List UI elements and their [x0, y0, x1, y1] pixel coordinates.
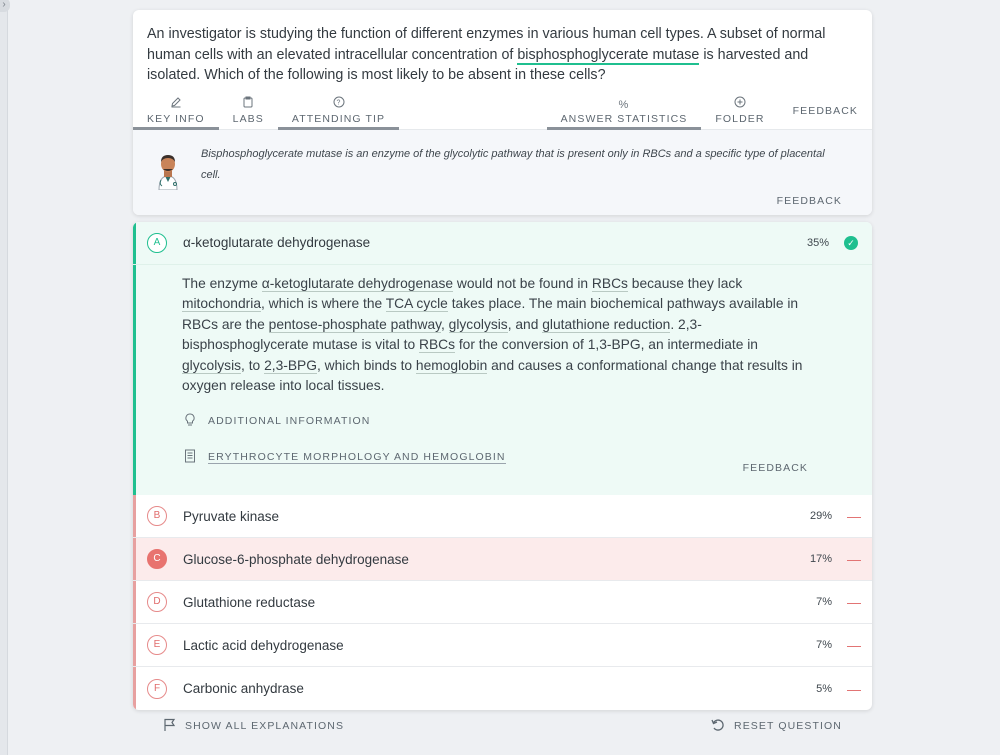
additional-information-label: ADDITIONAL INFORMATION	[208, 415, 371, 428]
article-link[interactable]: ERYTHROCYTE MORPHOLOGY AND HEMOGLOBIN	[208, 451, 506, 464]
tab-folder-label: FOLDER	[715, 112, 765, 125]
question-container: An investigator is studying the function…	[133, 10, 872, 711]
answer-label: Glucose-6-phosphate dehydrogenase	[183, 551, 409, 567]
answer-label: Carbonic anhydrase	[183, 681, 304, 697]
tab-folder[interactable]: FOLDER	[701, 94, 778, 129]
plus-circle-icon	[734, 96, 746, 111]
answer-label: Glutathione reductase	[183, 594, 316, 610]
question-card: An investigator is studying the function…	[133, 10, 872, 215]
link-term[interactable]: RBCs	[418, 337, 456, 354]
tab-key-info[interactable]: KEY INFO	[133, 94, 219, 130]
tab-answer-statistics-label: ANSWER STATISTICS	[560, 112, 688, 125]
reset-question-label: RESET QUESTION	[734, 720, 842, 732]
answer-option-c[interactable]: C Glucose-6-phosphate dehydrogenase 17% …	[133, 538, 872, 582]
link-term[interactable]: glycolysis	[182, 357, 242, 374]
lightbulb-icon	[182, 413, 198, 430]
minus-icon: —	[847, 551, 861, 568]
link-term[interactable]: RBCs	[591, 275, 628, 292]
tab-labs[interactable]: LABS	[219, 94, 278, 129]
minus-icon: —	[847, 594, 861, 611]
answer-list: A α-ketoglutarate dehydrogenase 35% ✓ Th…	[133, 221, 872, 711]
answer-option-e[interactable]: E Lactic acid dehydrogenase 7% —	[133, 624, 872, 668]
answer-option-d[interactable]: D Glutathione reductase 7% —	[133, 581, 872, 625]
minus-icon: —	[847, 508, 861, 525]
answer-option-f[interactable]: F Carbonic anhydrase 5% —	[133, 667, 872, 711]
answer-percent: 29%	[809, 510, 832, 523]
attending-tip-text: Bisphosphoglycerate mutase is an enzyme …	[201, 147, 825, 181]
tab-attending-tip-label: ATTENDING TIP	[291, 112, 386, 125]
article-icon	[182, 449, 198, 466]
stem-highlight[interactable]: bisphosphoglycerate mutase	[517, 46, 700, 65]
left-rail: ›	[0, 0, 10, 755]
question-toolbar: KEY INFO LABS ? ATTENDING TIP % ANSWER S…	[133, 94, 872, 130]
answer-option-a[interactable]: A α-ketoglutarate dehydrogenase 35% ✓	[133, 222, 872, 265]
minus-icon: —	[847, 637, 861, 654]
answer-percent: 35%	[806, 236, 829, 249]
reset-question-button[interactable]: RESET QUESTION	[710, 717, 842, 736]
answer-letter: E	[147, 635, 167, 656]
show-all-explanations-button[interactable]: SHOW ALL EXPLANATIONS	[163, 718, 344, 735]
answer-letter: A	[147, 232, 167, 253]
svg-text:?: ?	[336, 99, 341, 106]
attending-avatar-icon	[153, 150, 183, 190]
answer-letter: D	[147, 592, 167, 613]
answer-label: α-ketoglutarate dehydrogenase	[183, 235, 371, 250]
answer-letter: C	[147, 549, 167, 570]
answer-percent: 7%	[816, 596, 832, 609]
correct-answer-block: A α-ketoglutarate dehydrogenase 35% ✓ Th…	[133, 221, 872, 496]
link-term[interactable]: glutathione reduction	[542, 316, 671, 333]
link-term[interactable]: α-ketoglutarate dehydrogenase	[261, 275, 454, 292]
attending-tip-panel: Bisphosphoglycerate mutase is an enzyme …	[133, 129, 872, 215]
feedback-button[interactable]: FEEDBACK	[779, 94, 872, 129]
answer-letter: B	[147, 506, 167, 527]
show-all-explanations-label: SHOW ALL EXPLANATIONS	[185, 720, 345, 732]
question-footer: SHOW ALL EXPLANATIONS RESET QUESTION	[133, 712, 872, 740]
question-stem: An investigator is studying the function…	[133, 10, 872, 94]
tab-key-info-label: KEY INFO	[147, 112, 205, 125]
link-term[interactable]: mitochondria	[182, 296, 261, 313]
tip-feedback-button[interactable]: FEEDBACK	[777, 195, 842, 207]
answer-option-b[interactable]: B Pyruvate kinase 29% —	[133, 495, 872, 539]
check-icon: ✓	[844, 235, 858, 250]
minus-icon: —	[847, 680, 861, 697]
explanation-feedback-button[interactable]: FEEDBACK	[743, 462, 808, 474]
pencil-icon	[170, 96, 182, 111]
answer-letter: F	[147, 678, 167, 699]
flag-icon	[163, 718, 177, 735]
additional-information-toggle[interactable]: ADDITIONAL INFORMATION	[182, 409, 872, 433]
percent-icon: %	[618, 98, 630, 111]
link-term[interactable]: glycolysis	[448, 316, 508, 333]
tab-attending-tip[interactable]: ? ATTENDING TIP	[277, 94, 400, 130]
link-term[interactable]: 2,3-BPG	[264, 357, 317, 374]
answer-label: Pyruvate kinase	[183, 508, 280, 524]
reset-icon	[710, 717, 726, 736]
link-term[interactable]: hemoglobin	[415, 357, 488, 374]
answer-label: Lactic acid dehydrogenase	[183, 637, 344, 653]
clipboard-icon	[242, 96, 254, 111]
tab-labs-label: LABS	[232, 112, 264, 125]
question-circle-icon: ?	[333, 96, 345, 111]
answer-percent: 5%	[816, 682, 832, 695]
tab-answer-statistics[interactable]: % ANSWER STATISTICS	[546, 94, 702, 130]
sidebar-toggle-icon[interactable]: ›	[0, 0, 10, 12]
link-term[interactable]: TCA cycle	[385, 296, 448, 313]
explanation-text: The enzyme α-ketoglutarate dehydrogenase…	[182, 275, 803, 394]
explanation-extras: ADDITIONAL INFORMATION ERYTHROCYTE MORPH…	[133, 397, 872, 495]
link-term[interactable]: pentose-phosphate pathway	[268, 316, 441, 333]
answer-percent: 7%	[816, 639, 832, 652]
answer-percent: 17%	[809, 553, 832, 566]
